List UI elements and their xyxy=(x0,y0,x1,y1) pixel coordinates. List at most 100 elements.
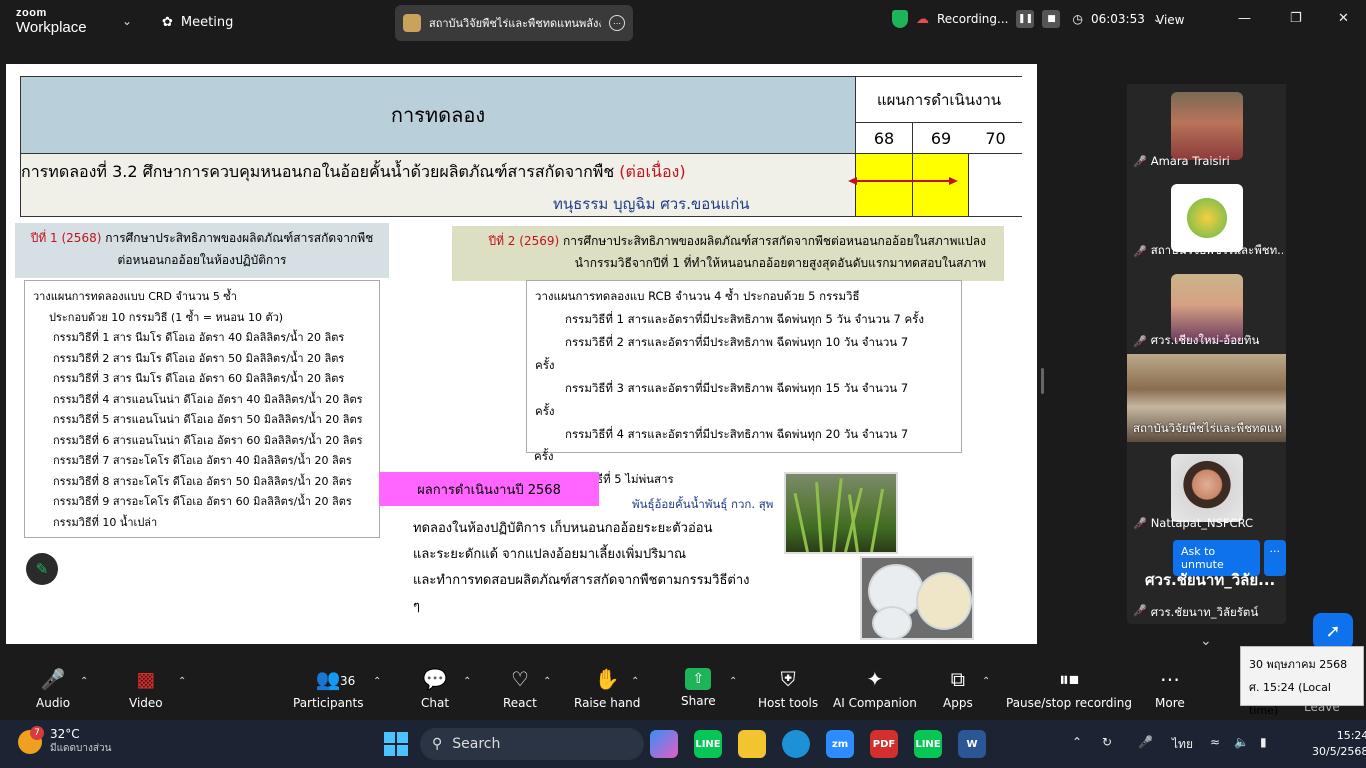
more-icon[interactable]: ⋯ xyxy=(609,15,625,31)
paragraph-line: และระยะดักแด้ จากแปลงอ้อยมาเลี้ยงเพิ่มปร… xyxy=(413,547,687,562)
participants-button[interactable]: 👥 Participants xyxy=(293,666,364,710)
active-speaker-name: ศวร.ชัยนาท_วิลัย... xyxy=(1145,571,1276,589)
view-button[interactable]: View xyxy=(1156,13,1184,27)
annotate-pencil-icon[interactable]: ✎ xyxy=(26,553,58,585)
title-text: การทดลองที่ 3.2 ศึกษาการควบคุมหนอนกอในอ้… xyxy=(21,162,615,181)
list-item: กรรมวิธีที่ 5 สารแอนโนน่า ดีโอเอ อัตรา 5… xyxy=(53,413,363,426)
participant-name: Nattapat_NSFCRC xyxy=(1150,516,1254,530)
video-button[interactable]: ▩ Video xyxy=(129,666,163,710)
meeting-menu[interactable]: ✿ Meeting xyxy=(162,15,233,30)
search-input[interactable]: ⚲ Search xyxy=(420,728,644,760)
sugarcane-photo xyxy=(784,472,898,554)
react-button[interactable]: ♡ React xyxy=(503,666,537,710)
start-icon[interactable] xyxy=(384,732,408,756)
participant-tile[interactable]: 🎤̸ Nattapat_NSFCRC xyxy=(1127,446,1286,534)
language-indicator[interactable]: ไทย xyxy=(1172,735,1193,754)
chevron-down-icon[interactable]: ⌄ xyxy=(1200,633,1212,649)
clock-time: 15:24 xyxy=(1336,729,1366,742)
plan-cell-70 xyxy=(969,154,1022,216)
line-icon[interactable]: LINE xyxy=(694,730,722,758)
chevron-up-icon[interactable]: ⌃ xyxy=(80,676,88,687)
shield-icon xyxy=(892,10,908,28)
mic-muted-icon: 🎤̸ xyxy=(1133,244,1147,258)
participant-tile[interactable]: สถาบันวิจัยพืชไร่และพืชทดแท... xyxy=(1127,354,1286,442)
line-icon[interactable]: LINE xyxy=(914,730,942,758)
list-item: วางแผนการทดลองแบ RCB จำนวน 4 ซ้ำ ประกอบด… xyxy=(535,289,860,303)
share-button[interactable]: ⇧ Share xyxy=(681,666,716,708)
chevron-up-icon[interactable]: ⌃ xyxy=(543,676,551,687)
zoom-taskbar-icon[interactable]: zm xyxy=(826,730,854,758)
taskbar-clock[interactable]: 15:24 30/5/2568 xyxy=(1312,728,1366,760)
host-tools-button[interactable]: ⛨ Host tools xyxy=(758,666,818,710)
experiment-title-cell: การทดลองที่ 3.2 ศึกษาการควบคุมหนอนกอในอ้… xyxy=(21,154,856,216)
list-item: ประกอบด้วย 10 กรรมวิธี (1 ซ้ำ = หนอน 10 … xyxy=(49,310,284,324)
word-icon[interactable]: W xyxy=(958,730,986,758)
chat-icon: 💬 xyxy=(422,667,448,691)
chevron-up-icon[interactable]: ⌃ xyxy=(982,676,990,687)
ai-companion-button[interactable]: ✦ AI Companion xyxy=(833,666,917,710)
paragraph-line: ทดลองในห้องปฏิบัติการ เก็บหนอนกออ้อยระยะ… xyxy=(413,521,713,536)
acrobat-icon[interactable]: PDF xyxy=(870,730,898,758)
paragraph-line: ๆ xyxy=(413,599,420,614)
active-speaker-label: 🎤̸ ศวร.ชัยนาท_วิลัยรัตน์ xyxy=(1133,604,1258,622)
file-explorer-icon[interactable] xyxy=(738,730,766,758)
mic-icon[interactable]: 🎤 xyxy=(1138,735,1153,749)
volume-icon[interactable]: 🔈 xyxy=(1234,735,1249,749)
participant-tile[interactable]: 🎤̸ สถาบันวิจัยพืชไร่และพืชท... xyxy=(1127,176,1286,264)
pause-stop-recording-label: Pause/stop recording xyxy=(1006,696,1132,710)
more-label: More xyxy=(1155,696,1185,710)
tab-title: สถาบันวิจัยพืชไร่และพืชทดแทนพลังงาน' xyxy=(429,17,601,30)
list-item: กรรมวิธีที่ 6 สารแอนโนน่า ดีโอเอ อัตรา 6… xyxy=(53,433,363,447)
weather-widget[interactable]: 7 32°C มีแดดบางส่วน xyxy=(18,725,112,756)
shared-screen-tab[interactable]: สถาบันวิจัยพืชไร่และพืชทดแทนพลังงาน' ⋯ xyxy=(395,5,633,41)
ai-companion-label: AI Companion xyxy=(833,696,917,710)
pause-stop-recording-button[interactable]: ⏸⏹ Pause/stop recording xyxy=(1006,666,1132,710)
more-button[interactable]: ⋯ More xyxy=(1155,666,1185,710)
edge-icon[interactable] xyxy=(782,730,810,758)
list-item: ครั้ง xyxy=(534,449,554,463)
share-label: Share xyxy=(681,694,716,708)
battery-icon[interactable]: ▮ xyxy=(1260,735,1267,749)
wifi-icon[interactable]: ≈ xyxy=(1210,735,1220,749)
list-item: กรรมวิธีที่ 10 น้ำเปล่า xyxy=(53,515,158,529)
avatar xyxy=(1171,92,1243,160)
apps-button[interactable]: ⧉ Apps xyxy=(943,666,973,710)
pause-recording-button[interactable]: ❚❚ xyxy=(1016,10,1035,28)
participant-name: สถาบันวิจัยพืชไร่และพืชทดแท... xyxy=(1133,421,1283,435)
chevron-up-icon[interactable]: ⌃ xyxy=(631,676,639,687)
logo-line1: zoom xyxy=(16,7,47,19)
close-icon[interactable]: ✕ xyxy=(1338,11,1349,26)
list-item: กรรมวิธีที่ 3 สารและอัตราที่มีประสิทธิภา… xyxy=(565,381,909,395)
participant-tile[interactable]: 🎤̸ ศวร.เชียงใหม่-อ้อยทิน xyxy=(1127,266,1286,354)
chevron-up-icon[interactable]: ⌃ xyxy=(373,676,381,687)
stop-recording-button[interactable]: ■ xyxy=(1042,10,1061,28)
list-item: ธีที่ 5 ไม่พ่นสาร xyxy=(596,472,674,486)
copilot-icon[interactable] xyxy=(650,730,678,758)
chevron-up-icon[interactable]: ⌃ xyxy=(729,676,737,687)
participant-tile[interactable]: 🎤̸ Amara Traisiri xyxy=(1127,84,1286,172)
resize-handle[interactable] xyxy=(1041,368,1044,394)
chat-label: Chat xyxy=(421,696,450,710)
chevron-up-icon[interactable]: ⌃ xyxy=(463,676,471,687)
clock-date: 30/5/2568 xyxy=(1312,745,1366,758)
chevron-down-icon[interactable]: ⌄ xyxy=(122,14,132,28)
participant-name: Amara Traisiri xyxy=(1150,154,1230,168)
share-screen-icon: ⇧ xyxy=(685,668,712,690)
recording-controls-icon: ⏸⏹ xyxy=(1058,667,1079,691)
weather-desc: มีแดดบางส่วน xyxy=(50,743,112,754)
list-item: กรรมวิธีที่ 7 สารอะโคโร ดีโอเอ อัตรา 40 … xyxy=(53,454,352,467)
chevron-up-icon[interactable]: ⌃ xyxy=(1072,735,1082,749)
restore-icon[interactable]: ❐ xyxy=(1290,11,1302,26)
minimize-icon[interactable]: — xyxy=(1238,11,1251,26)
chevron-up-icon[interactable]: ⌃ xyxy=(178,676,186,687)
audio-button[interactable]: 🎤 Audio xyxy=(36,666,70,710)
list-item: กรรมวิธีที่ 9 สารอะโคโร ดีโอเอ อัตรา 60 … xyxy=(53,495,352,508)
recording-status: ☁ Recording... ❚❚ ■ ◷ 06:03:53 ⌄ xyxy=(892,10,1161,28)
chat-button[interactable]: 💬 Chat xyxy=(421,666,449,710)
raise-hand-button[interactable]: ✋ Raise hand xyxy=(574,666,640,710)
zoom-app-icon[interactable]: ➚ xyxy=(1313,613,1353,649)
year1-line1: การศึกษาประสิทธิภาพของผลิตภัณฑ์สารสกัดจา… xyxy=(105,231,374,245)
sync-icon[interactable]: ↻ xyxy=(1102,735,1112,749)
video-off-icon: ▩ xyxy=(136,667,156,691)
shield-icon: ⛨ xyxy=(780,667,796,691)
